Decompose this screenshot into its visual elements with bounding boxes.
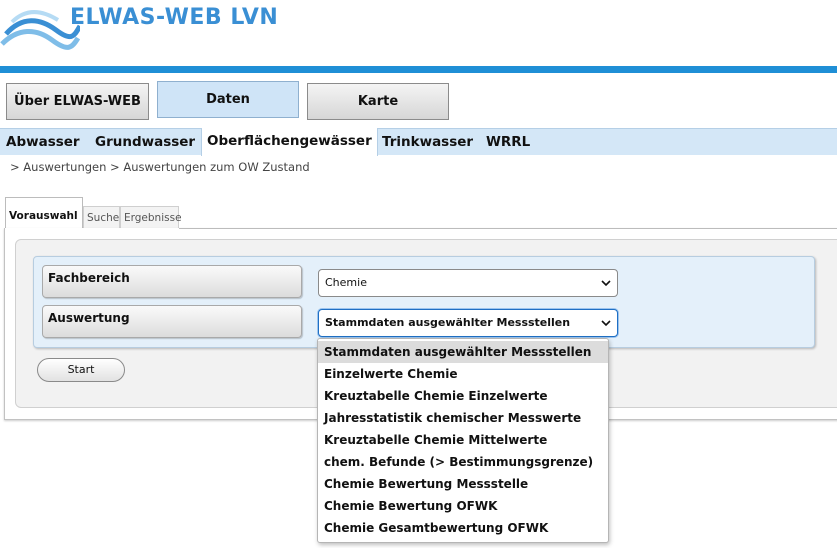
logo[interactable]: ELWAS-WEB LVN <box>0 0 300 62</box>
logo-text: ELWAS-WEB LVN <box>70 5 279 30</box>
fachbereich-value: Chemie <box>325 276 367 289</box>
wave-logo-icon <box>0 10 80 50</box>
main-nav-daten[interactable]: Daten <box>157 81 299 118</box>
chevron-down-icon <box>601 320 611 327</box>
sub-nav-oberflaechengewaesser[interactable]: Oberflächengewässer <box>201 128 378 156</box>
sub-nav-abwasser[interactable]: Abwasser <box>6 129 80 156</box>
sub-nav: Abwasser Grundwasser Oberflächengewässer… <box>0 128 837 156</box>
main-nav-karte[interactable]: Karte <box>307 83 449 120</box>
sub-nav-grundwasser[interactable]: Grundwasser <box>95 129 195 156</box>
auswertung-value: Stammdaten ausgewählter Messstellen <box>325 316 571 329</box>
dropdown-option[interactable]: Kreuztabelle Chemie Einzelwerte <box>318 385 608 407</box>
dropdown-option[interactable]: Chemie Bewertung OFWK <box>318 495 608 517</box>
dropdown-option[interactable]: Kreuztabelle Chemie Mittelwerte <box>318 429 608 451</box>
start-button[interactable]: Start <box>37 358 125 382</box>
tab-vorauswahl[interactable]: Vorauswahl <box>5 197 83 229</box>
dropdown-option[interactable]: Einzelwerte Chemie <box>318 363 608 385</box>
sub-nav-wrrl[interactable]: WRRL <box>486 129 530 156</box>
main-nav-about[interactable]: Über ELWAS-WEB <box>6 83 149 120</box>
dropdown-option[interactable]: Stammdaten ausgewählter Messstellen <box>318 341 608 363</box>
auswertung-label: Auswertung <box>42 305 302 338</box>
dropdown-option[interactable]: chem. Befunde (> Bestimmungsgrenze) <box>318 451 608 473</box>
breadcrumb: > Auswertungen > Auswertungen zum OW Zus… <box>10 160 310 174</box>
dropdown-option[interactable]: Chemie Bewertung Messstelle <box>318 473 608 495</box>
auswertung-dropdown-list: Stammdaten ausgewählter Messstellen Einz… <box>317 338 609 543</box>
auswertung-select[interactable]: Stammdaten ausgewählter Messstellen <box>318 309 618 337</box>
tab-suche[interactable]: Suche <box>83 206 120 228</box>
dropdown-option[interactable]: Chemie Gesamtbewertung OFWK <box>318 517 608 539</box>
sub-nav-trinkwasser[interactable]: Trinkwasser <box>382 129 473 156</box>
fachbereich-select[interactable]: Chemie <box>318 269 618 297</box>
chevron-down-icon <box>601 280 611 287</box>
tab-divider <box>179 228 837 229</box>
fachbereich-label: Fachbereich <box>42 265 302 298</box>
dropdown-option[interactable]: Jahresstatistik chemischer Messwerte <box>318 407 608 429</box>
header-divider <box>0 66 837 73</box>
tab-ergebnisse[interactable]: Ergebnisse <box>120 206 182 228</box>
